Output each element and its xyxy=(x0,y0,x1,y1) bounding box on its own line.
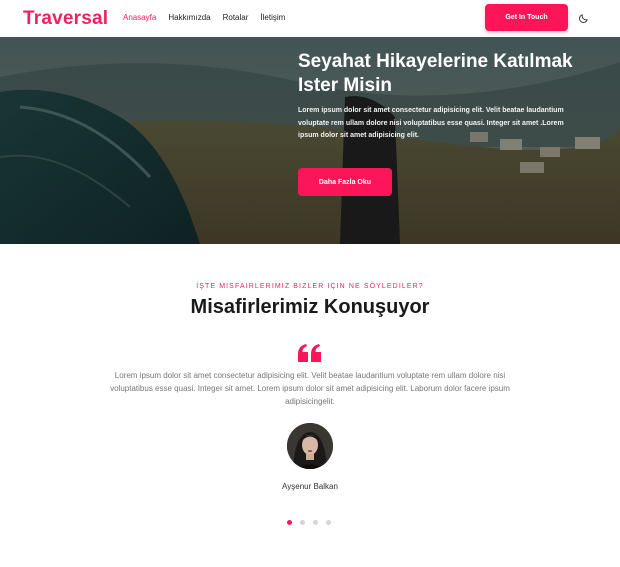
main-nav: Anasayfa Hakkımızda Rotalar İletişim xyxy=(123,13,285,22)
read-more-button[interactable]: Daha Fazla Oku xyxy=(298,168,392,196)
testimonial-person-name: Ayşenur Balkan xyxy=(282,482,338,491)
get-in-touch-button[interactable]: Get In Touch xyxy=(485,4,568,31)
carousel-dot-3[interactable] xyxy=(313,520,318,525)
carousel-pagination xyxy=(287,520,331,525)
nav-item-rotalar[interactable]: Rotalar xyxy=(223,13,249,22)
moon-icon[interactable] xyxy=(576,11,590,25)
testimonials-title: Misafirlerimiz Konuşuyor xyxy=(190,296,430,318)
hero-banner: Seyahat Hikayelerine Katılmak Ister Misi… xyxy=(0,37,620,244)
quote-icon xyxy=(298,344,322,362)
testimonials-kicker: İŞTE MISFAIRLERIMIZ BIZLER IÇIN NE SÖYLE… xyxy=(196,283,424,290)
navbar: Traversal Anasayfa Hakkımızda Rotalar İl… xyxy=(0,0,620,37)
nav-item-anasayfa[interactable]: Anasayfa xyxy=(123,13,156,22)
nav-item-hakkimizda[interactable]: Hakkımızda xyxy=(168,13,210,22)
testimonial-quote: Lorem ipsum dolor sit amet consectetur a… xyxy=(110,371,510,406)
nav-item-iletisim[interactable]: İletişim xyxy=(260,13,285,22)
brand-logo[interactable]: Traversal xyxy=(23,8,108,30)
hero-description: Lorem ipsum dolor sit amet consectetur a… xyxy=(298,107,564,139)
avatar xyxy=(287,423,333,469)
carousel-dot-1[interactable] xyxy=(287,520,292,525)
carousel-dot-4[interactable] xyxy=(326,520,331,525)
carousel-dot-2[interactable] xyxy=(300,520,305,525)
hero-title: Seyahat Hikayelerine Katılmak Ister Misi… xyxy=(298,51,573,96)
